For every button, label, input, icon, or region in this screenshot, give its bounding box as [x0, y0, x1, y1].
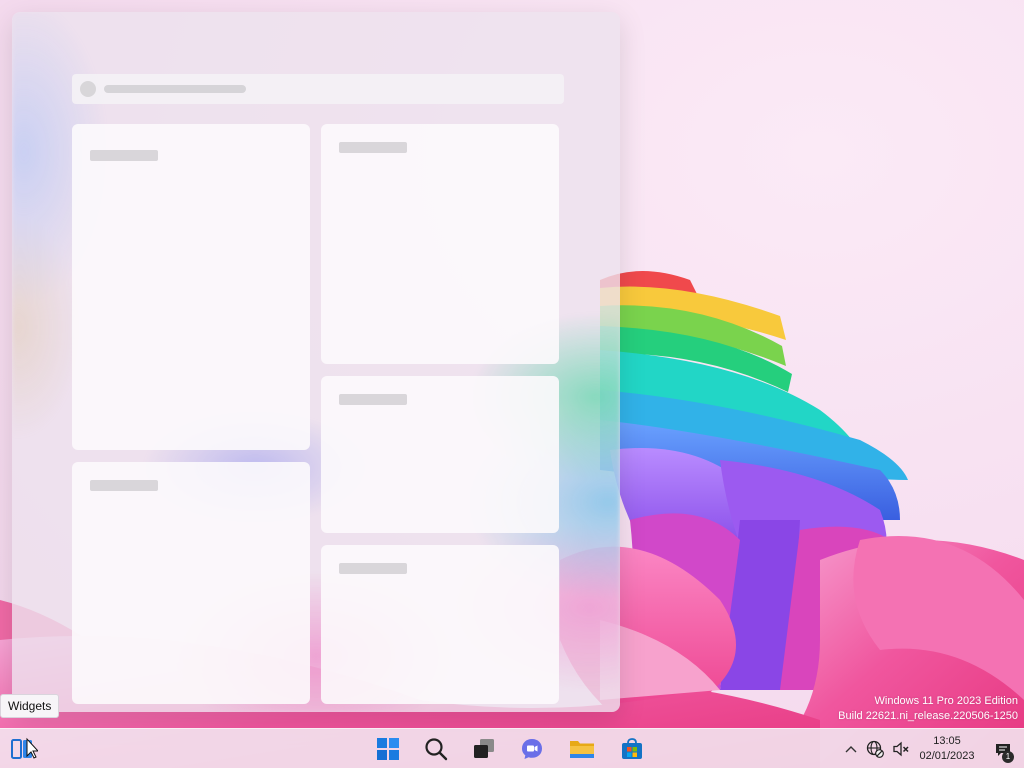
globe-no-internet-icon [866, 740, 884, 758]
taskbar: 13:05 02/01/2023 1 [0, 728, 1024, 768]
chat-button[interactable] [516, 733, 548, 765]
search-text-placeholder [104, 85, 246, 93]
task-view-button[interactable] [468, 733, 500, 765]
volume-button[interactable] [890, 729, 912, 768]
widgets-icon [11, 737, 38, 759]
clock-time: 13:05 [933, 735, 961, 747]
windows-logo-icon [377, 738, 399, 760]
widgets-search-skeleton [72, 74, 564, 104]
network-button[interactable] [864, 729, 886, 768]
notifications-button[interactable]: 1 [990, 737, 1016, 763]
search-icon [425, 738, 448, 761]
folder-icon [570, 741, 594, 758]
widget-card-placeholder [321, 124, 559, 364]
watermark-build: Build 22621.ni_release.220506-1250 [838, 710, 1018, 722]
widget-title-placeholder [339, 394, 407, 405]
store-icon [622, 738, 642, 759]
volume-muted-icon [893, 741, 909, 757]
chevron-up-icon [845, 746, 857, 753]
widget-card-placeholder [72, 462, 310, 704]
task-view-icon [474, 739, 494, 758]
microsoft-store-button[interactable] [616, 733, 648, 765]
watermark-edition: Windows 11 Pro 2023 Edition [874, 695, 1019, 707]
clock-date: 02/01/2023 [919, 750, 975, 762]
avatar-placeholder [80, 81, 96, 97]
windows-build-watermark: Windows 11 Pro 2023 Edition Build 22621.… [838, 694, 1018, 724]
search-button[interactable] [420, 733, 452, 765]
show-hidden-icons-button[interactable] [840, 729, 862, 768]
notification-count-badge: 1 [1002, 751, 1014, 763]
widget-title-placeholder [90, 480, 158, 491]
widgets-tooltip: Widgets [0, 694, 60, 718]
widget-title-placeholder [339, 142, 407, 153]
widget-title-placeholder [339, 563, 407, 574]
widget-card-placeholder [72, 124, 310, 450]
clock-button[interactable]: 13:05 02/01/2023 [916, 734, 978, 764]
widget-card-placeholder [321, 545, 559, 704]
widgets-button[interactable] [8, 733, 40, 765]
widget-card-placeholder [321, 376, 559, 533]
file-explorer-button[interactable] [566, 733, 598, 765]
widget-title-placeholder [90, 150, 158, 161]
start-button[interactable] [372, 733, 404, 765]
widgets-panel [12, 12, 620, 712]
teams-chat-icon [522, 739, 542, 759]
